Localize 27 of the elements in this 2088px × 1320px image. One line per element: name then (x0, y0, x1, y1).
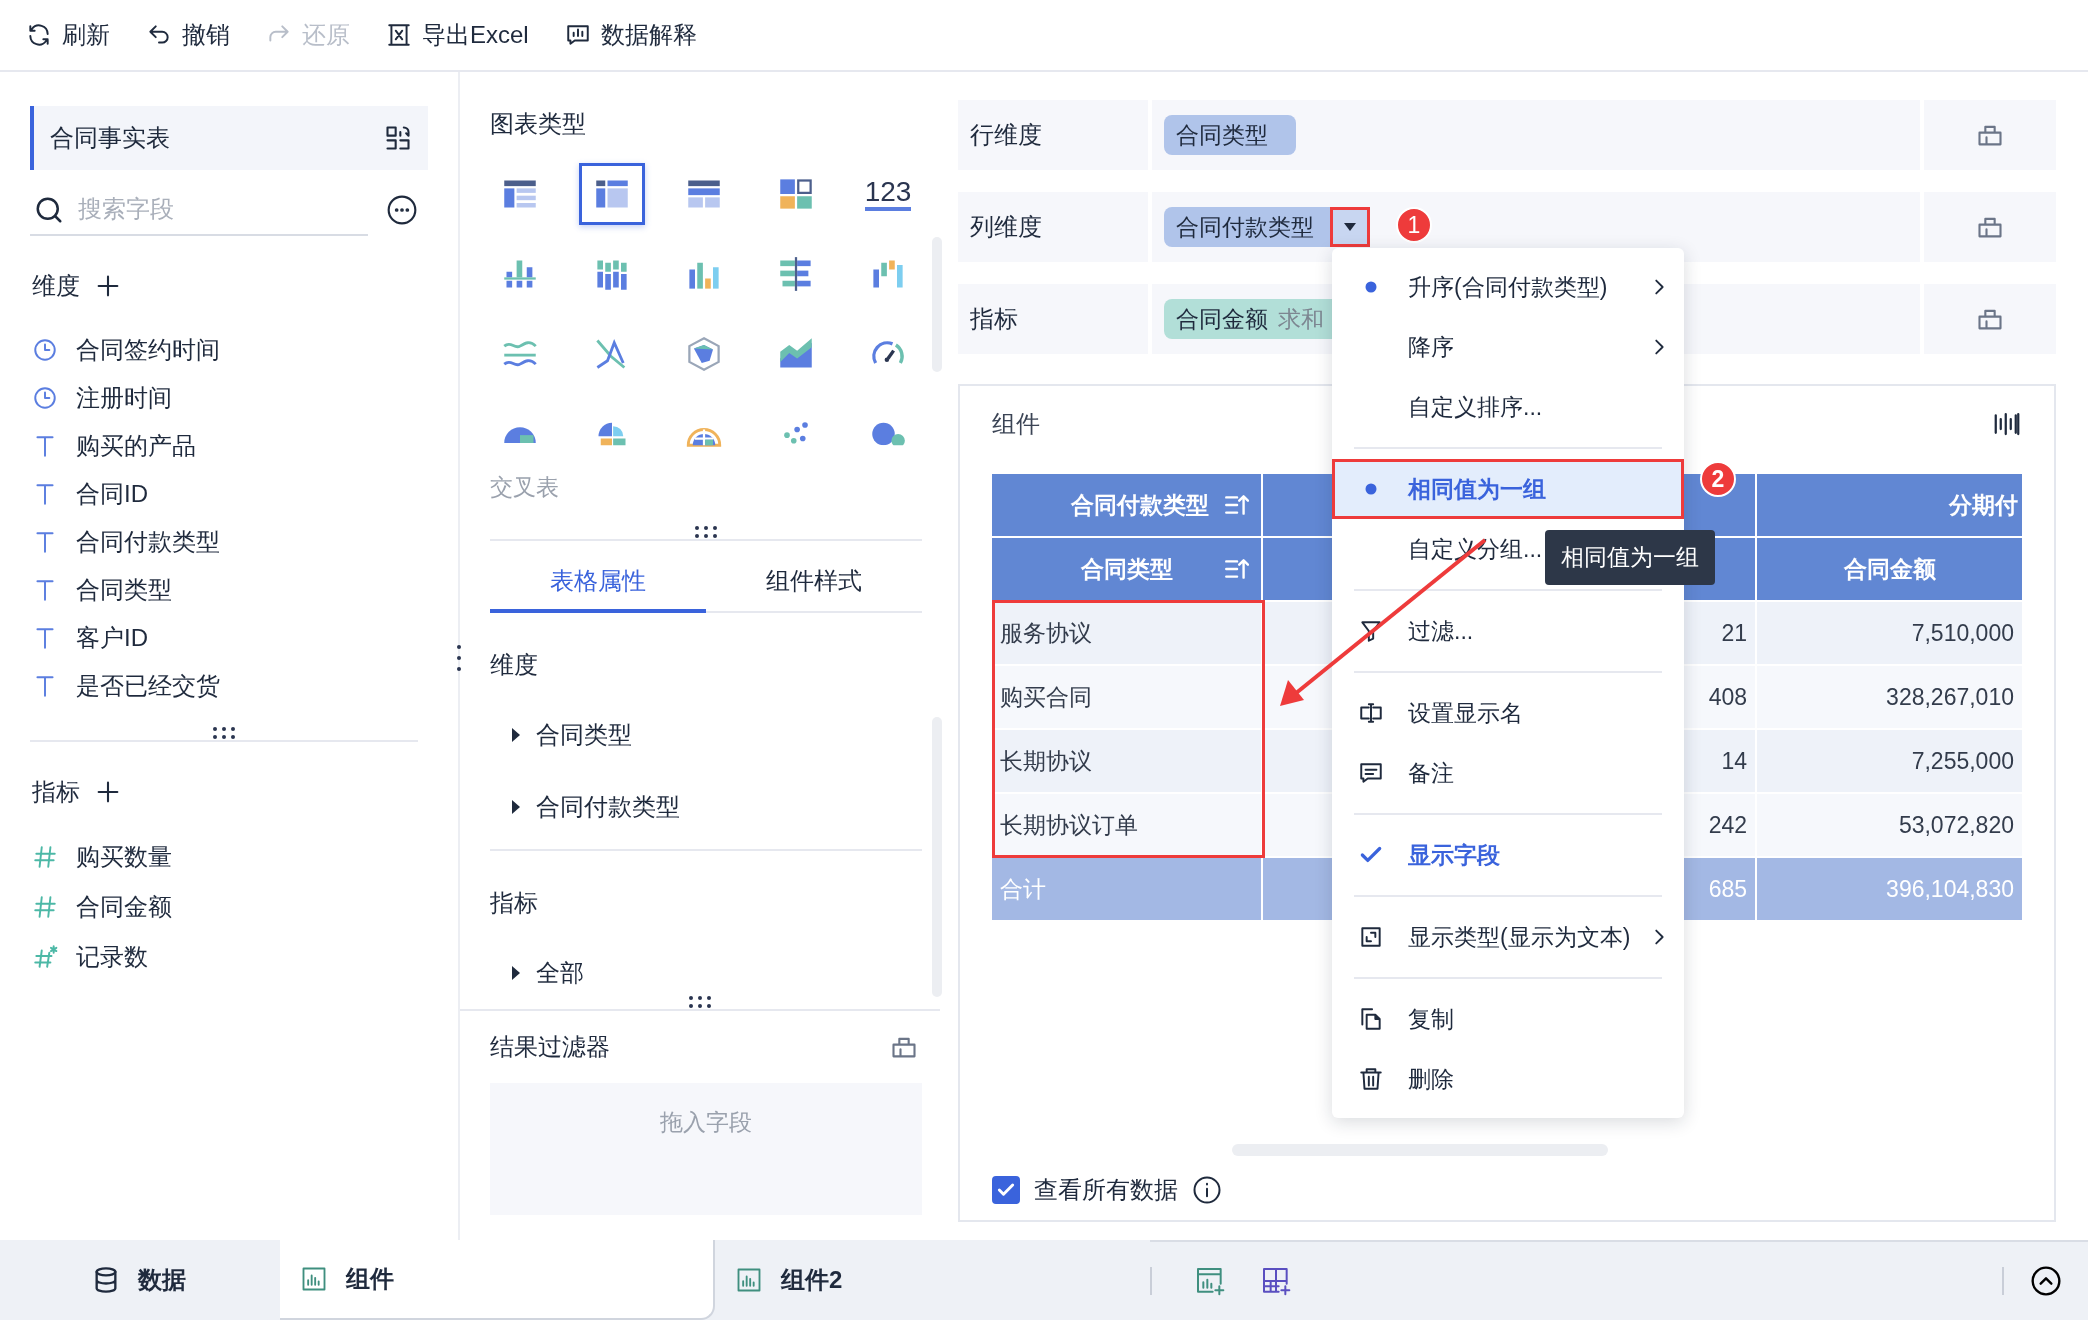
callout-badge: 1 (1396, 207, 1432, 243)
section-title: 维度 (489, 650, 539, 680)
chart-type-name: 交叉表 (489, 473, 560, 502)
field-row-label: 行维度 (958, 100, 1148, 170)
field-row-label: 指标 (958, 284, 1148, 354)
column-header: 分期付 (1757, 474, 2024, 538)
section-title: 图表类型 (489, 109, 587, 139)
table-cell: 长期协议 (992, 730, 1263, 794)
table-name: 合同事实表 (50, 123, 170, 153)
tooltip: 相同值为一组 (1545, 530, 1715, 585)
table-cell: 7,255,000 (1757, 730, 2024, 794)
total-cell: 396,104,830 (1757, 858, 2024, 922)
table-cell: 购买合同 (992, 666, 1263, 730)
total-cell: 合计 (992, 858, 1263, 922)
table-cell: 53,072,820 (1757, 794, 2024, 858)
section-title: 指标 (32, 777, 80, 807)
section-title: 结果过滤器 (490, 1032, 610, 1062)
table-cell: 长期协议订单 (992, 794, 1263, 858)
column-header: 合同金额 (1757, 538, 2024, 602)
table-cell: 328,267,010 (1757, 666, 2024, 730)
table-cell: 服务协议 (992, 602, 1263, 666)
table-cell: 7,510,000 (1757, 602, 2024, 666)
field-row-label: 列维度 (958, 192, 1148, 262)
panel-title: 组件 (992, 409, 1040, 439)
section-title: 指标 (489, 888, 539, 918)
callout-badge: 2 (1700, 461, 1736, 497)
section-title: 维度 (32, 271, 80, 301)
